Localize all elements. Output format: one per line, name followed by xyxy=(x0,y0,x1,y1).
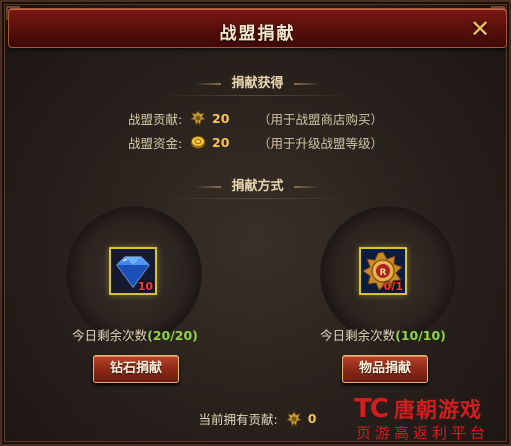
current-contribution-label: 当前拥有贡献: xyxy=(198,412,278,427)
divider xyxy=(162,95,353,96)
diamond-item-slot[interactable]: 10 xyxy=(109,247,157,295)
remaining-count: (20/20) xyxy=(147,328,198,343)
close-x-icon: ✕ xyxy=(469,15,491,43)
rewards-heading: 捐献获得 xyxy=(2,72,511,91)
item-count: 0/1 xyxy=(383,280,403,293)
reward-row-funds: 战盟资金: 20 （用于升级战盟等级） xyxy=(128,132,383,152)
rewards-heading-text: 捐献获得 xyxy=(231,76,284,91)
medal-item-slot[interactable]: R 0/1 xyxy=(359,247,407,295)
heading-ornament-right xyxy=(293,82,320,85)
remaining-count: (10/10) xyxy=(395,328,446,343)
reward-label: 战盟资金: xyxy=(128,135,183,151)
reward-note: （用于升级战盟等级） xyxy=(258,135,384,151)
divider xyxy=(162,198,353,199)
reward-note: （用于战盟商店购买） xyxy=(258,111,384,127)
reward-label: 战盟贡献: xyxy=(128,111,183,127)
methods-heading-text: 捐献方式 xyxy=(231,179,284,194)
watermark-slogan: 页游高返利平台 xyxy=(356,424,490,442)
contribution-badge-icon xyxy=(190,110,206,126)
svg-text:R: R xyxy=(380,268,387,278)
title-bar: 战盟捐献 ✕ xyxy=(8,8,507,48)
remaining-label: 今日剩余次数 xyxy=(72,328,148,343)
heading-ornament-left xyxy=(195,185,222,188)
watermark-name: 唐朝游戏 xyxy=(394,398,482,422)
item-donate-button[interactable]: 物品捐献 xyxy=(342,355,428,383)
heading-ornament-right xyxy=(293,185,320,188)
remaining-label: 今日剩余次数 xyxy=(320,328,396,343)
diamond-donate-button[interactable]: 钻石捐献 xyxy=(93,355,179,383)
window-title: 战盟捐献 xyxy=(219,24,296,44)
site-watermark: TC 唐朝游戏 页游高返利平台 xyxy=(352,392,511,446)
contribution-badge-icon xyxy=(285,410,302,427)
donation-panel: 战盟捐献 ✕ 捐献获得 战盟贡献: 20 （用于战盟商店购买） 战盟资金: 20… xyxy=(0,0,511,446)
watermark-logo: TC xyxy=(354,394,389,424)
reward-value: 20 xyxy=(212,134,230,150)
remaining-times-item: 今日剩余次数(10/10) xyxy=(308,325,458,344)
close-button[interactable]: ✕ xyxy=(466,15,494,43)
gold-coin-icon xyxy=(191,136,205,149)
methods-heading: 捐献方式 xyxy=(2,175,511,194)
current-contribution-value: 0 xyxy=(307,411,317,426)
reward-row-contribution: 战盟贡献: 20 （用于战盟商店购买） xyxy=(128,108,383,128)
remaining-times-diamond: 今日剩余次数(20/20) xyxy=(60,325,210,344)
heading-ornament-left xyxy=(195,82,222,85)
item-count: 10 xyxy=(137,280,153,293)
reward-value: 20 xyxy=(212,110,230,126)
